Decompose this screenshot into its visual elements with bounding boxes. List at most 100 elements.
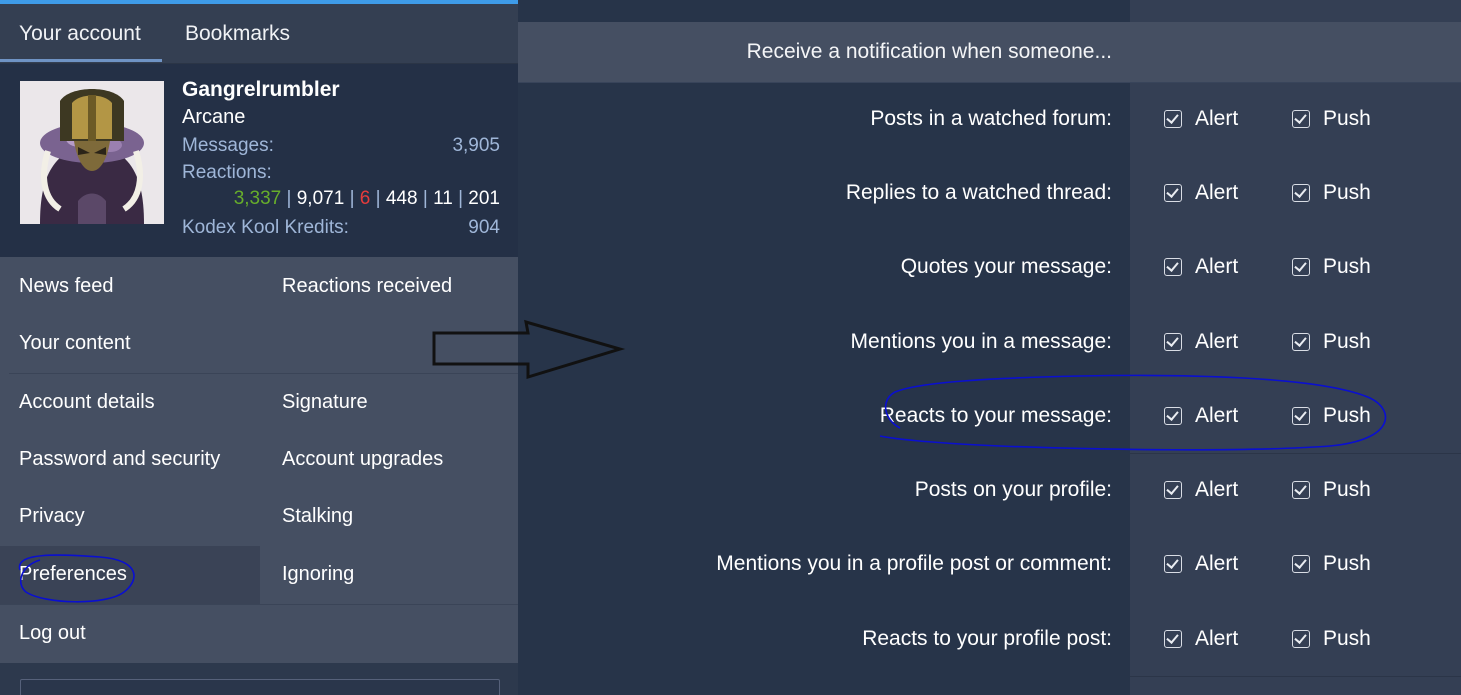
- checked-checkbox-icon[interactable]: [1292, 555, 1310, 573]
- menu-log-out[interactable]: Log out: [19, 622, 86, 645]
- checked-checkbox-icon[interactable]: [1164, 555, 1182, 573]
- alert-label: Alert: [1195, 107, 1239, 130]
- menu-account-details[interactable]: Account details: [19, 391, 155, 414]
- alert-label: Alert: [1195, 255, 1239, 278]
- reaction-separator: |: [375, 188, 381, 209]
- alert-label: Alert: [1195, 330, 1239, 353]
- checked-checkbox-icon[interactable]: [1164, 481, 1182, 499]
- alert-checkbox[interactable]: Alert: [1164, 627, 1238, 651]
- tab-bookmarks[interactable]: Bookmarks: [185, 4, 290, 62]
- push-label: Push: [1323, 478, 1371, 501]
- reactions-label: Reactions:: [182, 162, 272, 183]
- menu-account-upgrades[interactable]: Account upgrades: [282, 448, 443, 471]
- push-label: Push: [1323, 552, 1371, 575]
- checked-checkbox-icon[interactable]: [1164, 333, 1182, 351]
- push-label: Push: [1323, 404, 1371, 427]
- reaction-count-4: 448: [385, 188, 418, 209]
- reaction-count-6: 201: [468, 188, 500, 209]
- profile-card: Gangrelrumbler Arcane Messages: 3,905 Re…: [0, 64, 518, 257]
- checked-checkbox-icon[interactable]: [1164, 184, 1182, 202]
- push-label: Push: [1323, 255, 1371, 278]
- alert-label: Alert: [1195, 627, 1239, 650]
- menu-ignoring[interactable]: Ignoring: [282, 563, 354, 586]
- push-checkbox[interactable]: Push: [1292, 181, 1371, 205]
- checked-checkbox-icon[interactable]: [1292, 110, 1310, 128]
- menu-divider: [9, 373, 518, 374]
- pref-label: Reacts to your profile post:: [862, 627, 1112, 650]
- menu-your-content[interactable]: Your content: [19, 332, 131, 355]
- push-checkbox[interactable]: Push: [1292, 255, 1371, 279]
- avatar[interactable]: [20, 81, 164, 224]
- menu-divider: [0, 604, 518, 605]
- alert-checkbox[interactable]: Alert: [1164, 255, 1238, 279]
- menu-preferences[interactable]: Preferences: [19, 563, 127, 586]
- push-checkbox[interactable]: Push: [1292, 478, 1371, 502]
- menu-reactions-received[interactable]: Reactions received: [282, 275, 452, 298]
- reaction-separator: |: [286, 188, 292, 209]
- reaction-separator: |: [349, 188, 355, 209]
- alert-checkbox[interactable]: Alert: [1164, 181, 1238, 205]
- pref-label: Posts on your profile:: [914, 478, 1112, 501]
- alert-label: Alert: [1195, 181, 1239, 204]
- pref-label: Posts in a watched forum:: [870, 107, 1112, 130]
- menu-stalking[interactable]: Stalking: [282, 505, 353, 528]
- alert-label: Alert: [1195, 552, 1239, 575]
- checked-checkbox-icon[interactable]: [1164, 258, 1182, 276]
- pref-row-watched-forum: Posts in a watched forum: Alert Push: [518, 83, 1461, 157]
- menu-password-security[interactable]: Password and security: [19, 448, 220, 471]
- push-checkbox[interactable]: Push: [1292, 404, 1371, 428]
- reaction-negative-count: 6: [359, 188, 371, 209]
- push-checkbox[interactable]: Push: [1292, 107, 1371, 131]
- push-checkbox[interactable]: Push: [1292, 330, 1371, 354]
- checked-checkbox-icon[interactable]: [1292, 184, 1310, 202]
- notification-header-text: Receive a notification when someone...: [746, 40, 1112, 63]
- account-tabs: Your account Bookmarks: [0, 4, 518, 64]
- reaction-neutral-count: 9,071: [296, 188, 345, 209]
- push-checkbox[interactable]: Push: [1292, 552, 1371, 576]
- checked-checkbox-icon[interactable]: [1164, 407, 1182, 425]
- alert-checkbox[interactable]: Alert: [1164, 478, 1238, 502]
- alert-label: Alert: [1195, 404, 1239, 427]
- reaction-separator: |: [458, 188, 464, 209]
- checked-checkbox-icon[interactable]: [1164, 630, 1182, 648]
- pref-label: Mentions you in a profile post or commen…: [716, 552, 1112, 575]
- reaction-positive-count: 3,337: [233, 188, 282, 209]
- alert-checkbox[interactable]: Alert: [1164, 552, 1238, 576]
- account-menu: Your account Bookmarks Gangrelrumbler Ar…: [0, 0, 518, 695]
- pref-label: Reacts to your message:: [879, 404, 1112, 427]
- kredits-label: Kodex Kool Kredits:: [182, 217, 349, 238]
- checked-checkbox-icon[interactable]: [1292, 481, 1310, 499]
- pref-row-profile-mentions: Mentions you in a profile post or commen…: [518, 528, 1461, 602]
- messages-label: Messages:: [182, 135, 274, 156]
- menu-news-feed[interactable]: News feed: [19, 275, 114, 298]
- menu-privacy[interactable]: Privacy: [19, 505, 85, 528]
- alert-checkbox[interactable]: Alert: [1164, 330, 1238, 354]
- push-label: Push: [1323, 330, 1371, 353]
- menu-signature[interactable]: Signature: [282, 391, 368, 414]
- checked-checkbox-icon[interactable]: [1292, 333, 1310, 351]
- push-label: Push: [1323, 181, 1371, 204]
- pref-row-watched-thread: Replies to a watched thread: Alert Push: [518, 157, 1461, 231]
- push-label: Push: [1323, 627, 1371, 650]
- checked-checkbox-icon[interactable]: [1292, 407, 1310, 425]
- reaction-count-5: 11: [433, 188, 453, 209]
- reaction-counts: 3,337 | 9,071 | 6 | 448 | 11 | 201: [234, 188, 500, 210]
- tab-your-account[interactable]: Your account: [0, 4, 162, 62]
- checked-checkbox-icon[interactable]: [1292, 258, 1310, 276]
- avatar-image: [20, 81, 164, 224]
- alert-checkbox[interactable]: Alert: [1164, 107, 1238, 131]
- pref-label: Quotes your message:: [900, 255, 1112, 278]
- search-input[interactable]: [20, 679, 500, 695]
- pref-row-quotes: Quotes your message: Alert Push: [518, 231, 1461, 305]
- checked-checkbox-icon[interactable]: [1292, 630, 1310, 648]
- kredits-value: 904: [468, 217, 500, 238]
- push-label: Push: [1323, 107, 1371, 130]
- messages-value: 3,905: [452, 135, 500, 156]
- row-separator: [1130, 676, 1461, 677]
- checked-checkbox-icon[interactable]: [1164, 110, 1182, 128]
- username[interactable]: Gangrelrumbler: [182, 78, 340, 102]
- push-checkbox[interactable]: Push: [1292, 627, 1371, 651]
- pref-row-mentions: Mentions you in a message: Alert Push: [518, 306, 1461, 380]
- pref-label: Replies to a watched thread:: [845, 181, 1112, 204]
- alert-checkbox[interactable]: Alert: [1164, 404, 1238, 428]
